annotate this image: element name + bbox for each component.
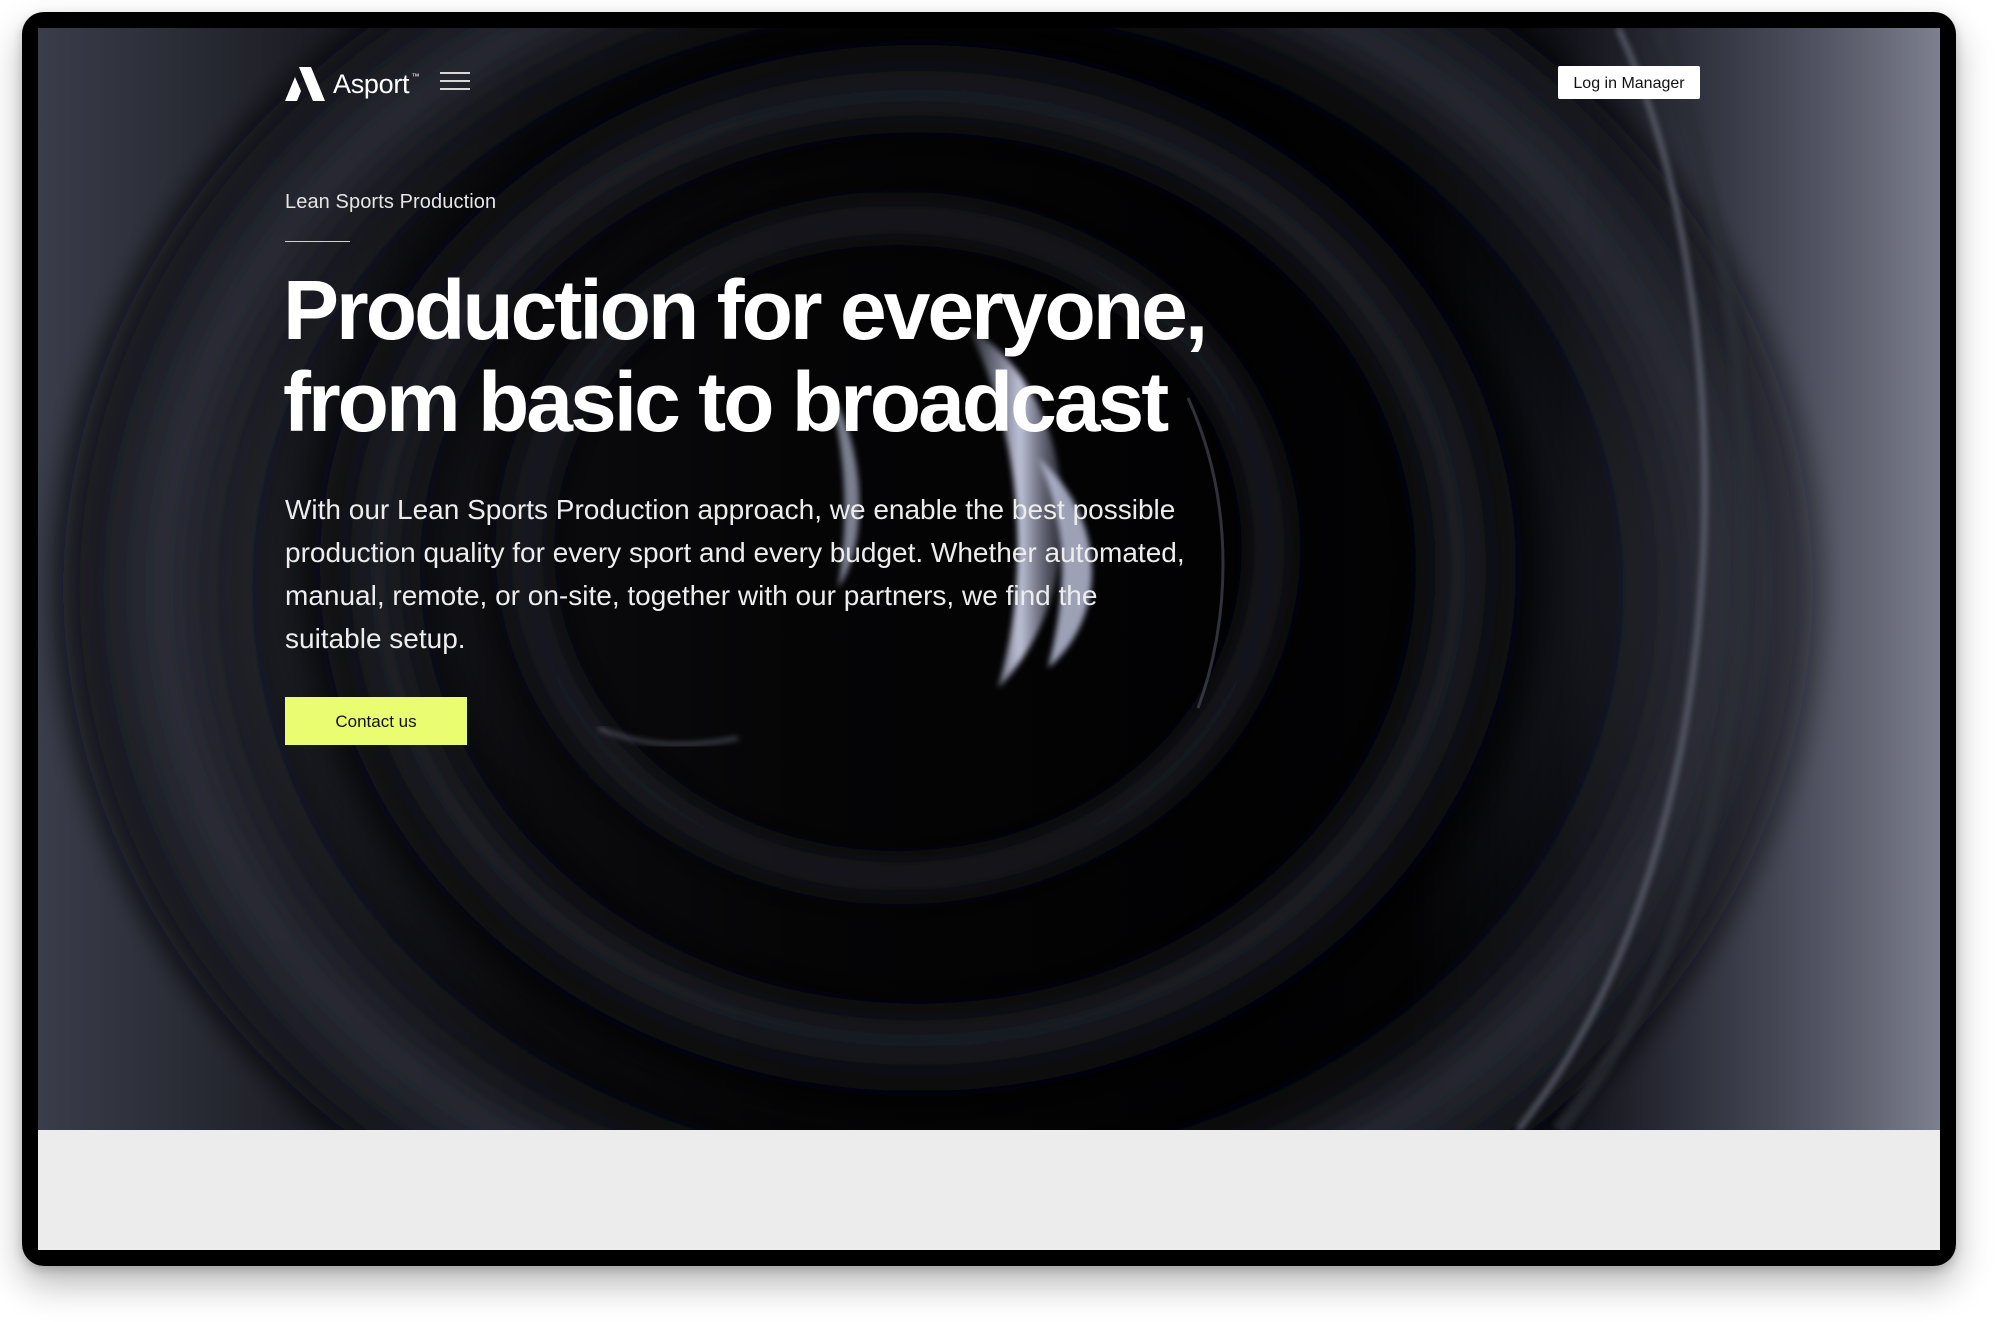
menu-line: [440, 72, 470, 74]
hamburger-menu-icon[interactable]: [440, 72, 470, 94]
contact-us-button[interactable]: Contact us: [285, 697, 467, 745]
device-frame: Asport ™ Log in Manager Lean Sports Prod…: [22, 12, 1956, 1266]
hero-description: With our Lean Sports Production approach…: [285, 494, 1185, 654]
browser-viewport: Asport ™ Log in Manager Lean Sports Prod…: [38, 28, 1940, 1250]
hero-headline: Production for everyone, from basic to b…: [283, 264, 1283, 448]
login-manager-button[interactable]: Log in Manager: [1558, 66, 1700, 99]
menu-line: [440, 88, 470, 90]
headline-line-1: Production for everyone,: [283, 263, 1208, 357]
eyebrow-divider: [285, 241, 350, 242]
brand-name: Asport ™: [333, 68, 420, 100]
brand-name-text: Asport: [333, 68, 410, 99]
asport-logo-icon: [285, 67, 325, 101]
brand-logo[interactable]: Asport ™: [285, 64, 420, 104]
next-section: [38, 1130, 1940, 1250]
hero-eyebrow: Lean Sports Production: [285, 191, 497, 213]
hero-section: Asport ™ Log in Manager Lean Sports Prod…: [38, 28, 1940, 1130]
headline-line-2: from basic to broadcast: [283, 355, 1169, 449]
trademark-symbol: ™: [411, 71, 420, 81]
menu-line: [440, 80, 470, 82]
